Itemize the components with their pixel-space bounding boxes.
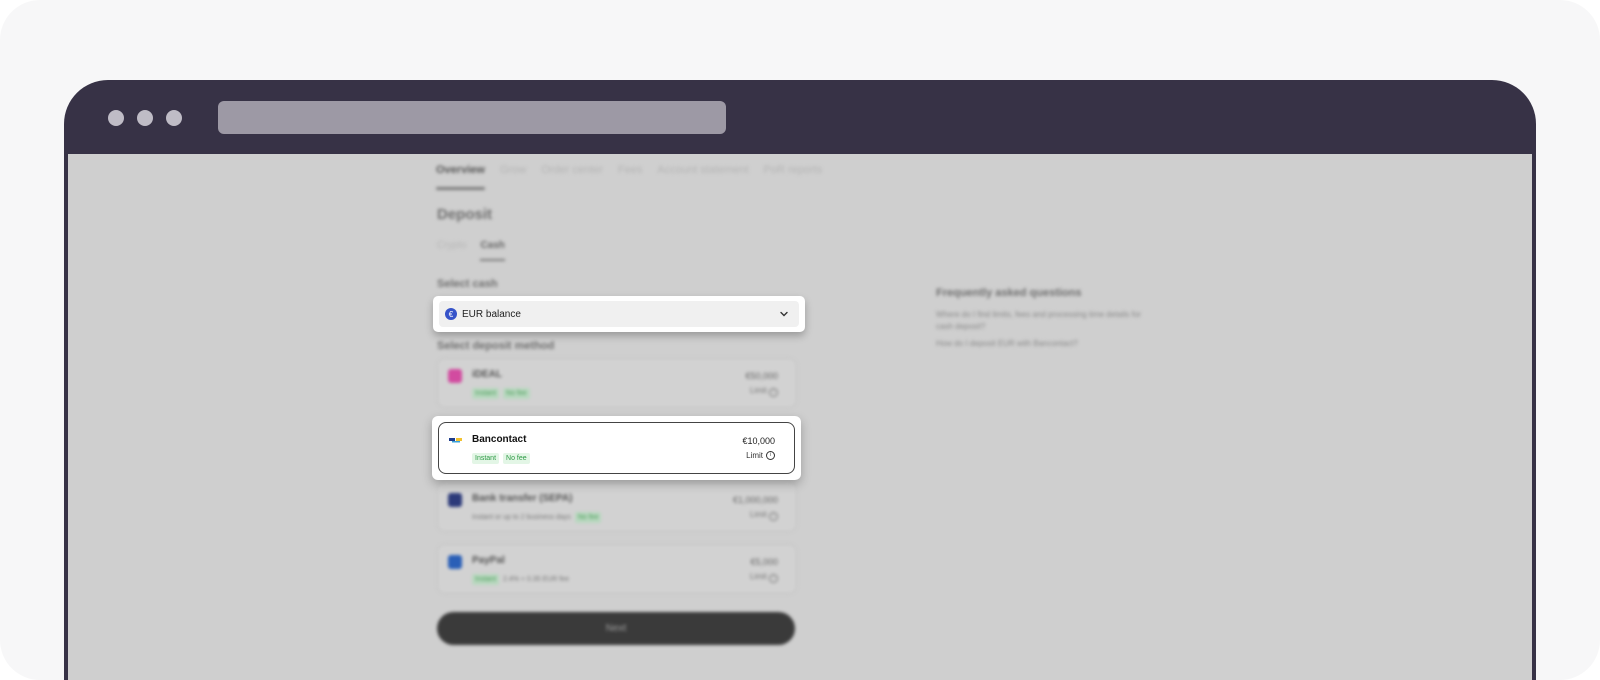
nav-tab-account-statement[interactable]: Account statement (657, 164, 748, 176)
deposit-method-paypal[interactable]: PayPal Instant 2.4% + 0.35 EUR fee €5,00… (437, 544, 797, 594)
tag-instant: Instant (472, 453, 500, 464)
tag-instant: Instant (472, 574, 500, 585)
select-deposit-method-label: Select deposit method (437, 340, 555, 352)
tab-cash[interactable]: Cash (480, 240, 506, 261)
nav-tab-overview[interactable]: Overview (436, 164, 485, 190)
faq-question[interactable]: How do I deposit EUR with Bancontact? (936, 339, 1078, 348)
method-amount: €50,000 (745, 371, 778, 381)
method-amount: €1,000,000 (732, 495, 778, 505)
tag-no-fee: No fee (503, 388, 530, 399)
ideal-icon (448, 369, 462, 383)
app-viewport: Overview Grow Order center Fees Account … (68, 154, 1532, 680)
select-cash-label: Select cash (437, 278, 498, 290)
info-icon[interactable]: i (769, 574, 778, 583)
page-title: Deposit (437, 206, 493, 223)
method-name: PayPal (472, 555, 505, 566)
paypal-icon (448, 555, 462, 569)
deposit-subtabs: Crypto Cash (437, 240, 506, 261)
method-note: Instant or up to 2 business days (472, 514, 571, 521)
deposit-method-bancontact[interactable]: Bancontact Instant No fee €10,000 Limit i (438, 422, 795, 474)
method-amount: €5,000 (750, 557, 778, 567)
tag-no-fee: No fee (503, 453, 530, 464)
browser-window: Overview Grow Order center Fees Account … (64, 80, 1536, 680)
faq-title: Frequently asked questions (936, 287, 1082, 299)
window-close-dot[interactable] (108, 110, 124, 126)
next-button[interactable]: Next (437, 612, 795, 645)
method-limit: Limit i (750, 510, 778, 521)
address-bar[interactable] (218, 101, 726, 134)
method-limit: Limit i (750, 572, 778, 583)
method-note: 2.4% + 0.35 EUR fee (503, 576, 569, 583)
tag-no-fee: No fee (574, 512, 602, 523)
window-minimize-dot[interactable] (137, 110, 153, 126)
info-icon[interactable]: i (769, 388, 778, 397)
cash-select-dropdown[interactable]: € EUR balance (439, 301, 799, 327)
tab-crypto[interactable]: Crypto (437, 240, 466, 251)
deposit-method-ideal[interactable]: iDEAL Instant No fee €50,000 Limit i (437, 358, 797, 408)
info-icon[interactable]: i (766, 451, 775, 460)
deposit-method-sepa[interactable]: Bank transfer (SEPA) Instant or up to 2 … (437, 482, 797, 532)
bancontact-icon (449, 438, 462, 443)
method-limit: Limit i (746, 451, 775, 460)
page-background: Overview Grow Order center Fees Account … (0, 0, 1600, 680)
window-maximize-dot[interactable] (166, 110, 182, 126)
method-name: Bancontact (472, 434, 527, 445)
top-nav: Overview Grow Order center Fees Account … (436, 164, 823, 190)
nav-tab-por-reports[interactable]: PoR reports (764, 164, 823, 176)
nav-tab-order-center[interactable]: Order center (541, 164, 603, 176)
nav-tab-fees[interactable]: Fees (618, 164, 642, 176)
method-amount: €10,000 (742, 436, 775, 446)
faq-question[interactable]: Where do I find limits, fees and process… (936, 309, 1156, 333)
method-name: iDEAL (472, 369, 502, 380)
chevron-down-icon (780, 311, 788, 317)
method-limit: Limit i (750, 386, 778, 397)
bank-icon (448, 493, 462, 507)
cash-select-highlight: € EUR balance (433, 296, 805, 332)
info-icon[interactable]: i (769, 512, 778, 521)
method-name: Bank transfer (SEPA) (472, 493, 573, 504)
euro-icon: € (445, 308, 457, 320)
bancontact-highlight: Bancontact Instant No fee €10,000 Limit i (432, 416, 801, 480)
select-value: EUR balance (462, 308, 521, 320)
tag-instant: Instant (472, 388, 500, 399)
nav-tab-grow[interactable]: Grow (500, 164, 526, 176)
